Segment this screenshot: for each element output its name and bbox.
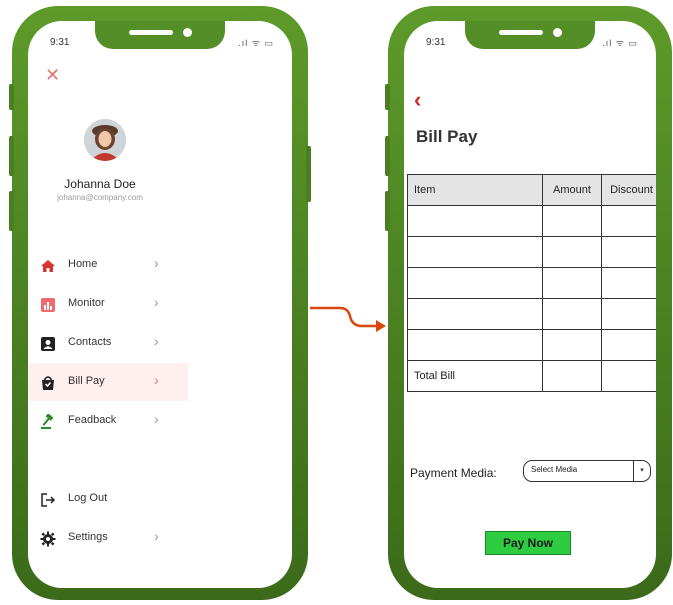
home-icon xyxy=(41,260,55,272)
column-header-discount: Discount xyxy=(601,174,656,206)
profile-name: Johanna Doe xyxy=(64,177,136,191)
table-cell[interactable] xyxy=(542,329,602,361)
side-button xyxy=(385,84,390,110)
back-chevron-icon[interactable]: ‹ xyxy=(414,87,421,113)
table-cell xyxy=(542,360,602,392)
table-cell[interactable] xyxy=(601,205,656,237)
contact-card-icon xyxy=(41,337,55,351)
menu-item-label: Monitor xyxy=(68,297,105,309)
profile-email: johanna@company.com xyxy=(57,193,143,202)
notch xyxy=(465,21,595,49)
status-bar: 9:31 .ıl ᯤ ▭ xyxy=(404,21,656,61)
table-cell[interactable] xyxy=(407,236,543,268)
status-time: 9:31 xyxy=(50,37,70,48)
menu-item-label: Contacts xyxy=(68,336,112,348)
total-row: Total Bill xyxy=(407,360,656,392)
table-row xyxy=(407,236,656,268)
table-header-row: Item Amount Discount xyxy=(407,174,656,206)
menu-item-monitor[interactable]: Monitor › xyxy=(28,285,188,323)
table-cell[interactable] xyxy=(407,205,543,237)
table-row xyxy=(407,298,656,330)
column-header-amount: Amount xyxy=(542,174,602,206)
payment-media-select[interactable]: Select Media ▾ xyxy=(523,460,651,482)
status-time: 9:31 xyxy=(426,37,446,48)
side-button xyxy=(385,136,390,176)
menu-item-feedback[interactable]: Feadback › xyxy=(28,402,188,440)
table-cell[interactable] xyxy=(601,298,656,330)
select-value: Select Media xyxy=(531,465,578,474)
menu-item-label: Log Out xyxy=(68,492,108,504)
menu-item-bill-pay[interactable]: Bill Pay › xyxy=(28,363,188,401)
status-icons: .ıl ᯤ ▭ xyxy=(602,38,638,48)
payment-media-label: Payment Media: xyxy=(410,466,497,480)
page-title: Bill Pay xyxy=(416,127,478,146)
menu-item-label: Settings xyxy=(68,531,108,543)
chevron-down-icon: ▾ xyxy=(633,461,650,481)
side-button xyxy=(306,146,311,202)
table-cell[interactable] xyxy=(407,298,543,330)
chevron-right-icon: › xyxy=(154,294,159,310)
side-button xyxy=(9,191,14,231)
menu-item-logout[interactable]: Log Out xyxy=(28,480,188,518)
menu-screen: 9:31 .ıl ᯤ ▭ ✕ Johanna Doe johanna@compa… xyxy=(28,21,292,588)
shopping-bag-icon xyxy=(42,376,54,390)
table-cell[interactable] xyxy=(407,267,543,299)
close-icon[interactable]: ✕ xyxy=(45,65,60,86)
table-cell[interactable] xyxy=(542,267,602,299)
phone-frame-menu: 9:31 .ıl ᯤ ▭ ✕ Johanna Doe johanna@compa… xyxy=(9,6,311,600)
menu-item-settings[interactable]: Settings › xyxy=(28,519,188,557)
menu-item-label: Bill Pay xyxy=(68,375,105,387)
menu-item-label: Feadback xyxy=(68,414,117,426)
pay-now-button[interactable]: Pay Now xyxy=(485,531,571,555)
table-cell[interactable] xyxy=(542,205,602,237)
status-bar: 9:31 .ıl ᯤ ▭ xyxy=(28,21,292,61)
chevron-right-icon: › xyxy=(154,528,159,544)
logout-icon xyxy=(41,493,56,507)
phone-frame-bill-pay: 9:31 .ıl ᯤ ▭ ‹ Bill Pay Item Amount Disc… xyxy=(385,6,672,600)
total-label: Total Bill xyxy=(407,360,543,392)
side-button xyxy=(385,191,390,231)
bill-table: Item Amount Discount Total Bill xyxy=(407,174,656,392)
chart-icon xyxy=(41,298,55,312)
menu-item-label: Home xyxy=(68,258,98,270)
speaker xyxy=(129,30,173,35)
camera xyxy=(553,28,562,37)
gavel-icon xyxy=(41,414,54,429)
table-cell[interactable] xyxy=(542,236,602,268)
flow-arrow-icon xyxy=(310,306,386,332)
side-button xyxy=(9,84,14,110)
table-cell[interactable] xyxy=(601,329,656,361)
camera xyxy=(183,28,192,37)
table-cell[interactable] xyxy=(601,267,656,299)
table-row xyxy=(407,267,656,299)
column-header-item: Item xyxy=(407,174,543,206)
chevron-right-icon: › xyxy=(154,411,159,427)
bill-pay-screen: 9:31 .ıl ᯤ ▭ ‹ Bill Pay Item Amount Disc… xyxy=(404,21,656,588)
chevron-right-icon: › xyxy=(154,372,159,388)
status-icons: .ıl ᯤ ▭ xyxy=(238,38,274,48)
table-row xyxy=(407,329,656,361)
table-cell xyxy=(601,360,656,392)
menu-item-home[interactable]: Home › xyxy=(28,246,188,284)
chevron-right-icon: › xyxy=(154,333,159,349)
avatar xyxy=(84,119,126,161)
table-row xyxy=(407,205,656,237)
gear-icon xyxy=(40,531,56,547)
table-cell[interactable] xyxy=(407,329,543,361)
table-cell[interactable] xyxy=(601,236,656,268)
chevron-right-icon: › xyxy=(154,255,159,271)
notch xyxy=(95,21,225,49)
menu-item-contacts[interactable]: Contacts › xyxy=(28,324,188,362)
side-button xyxy=(9,136,14,176)
table-cell[interactable] xyxy=(542,298,602,330)
speaker xyxy=(499,30,543,35)
